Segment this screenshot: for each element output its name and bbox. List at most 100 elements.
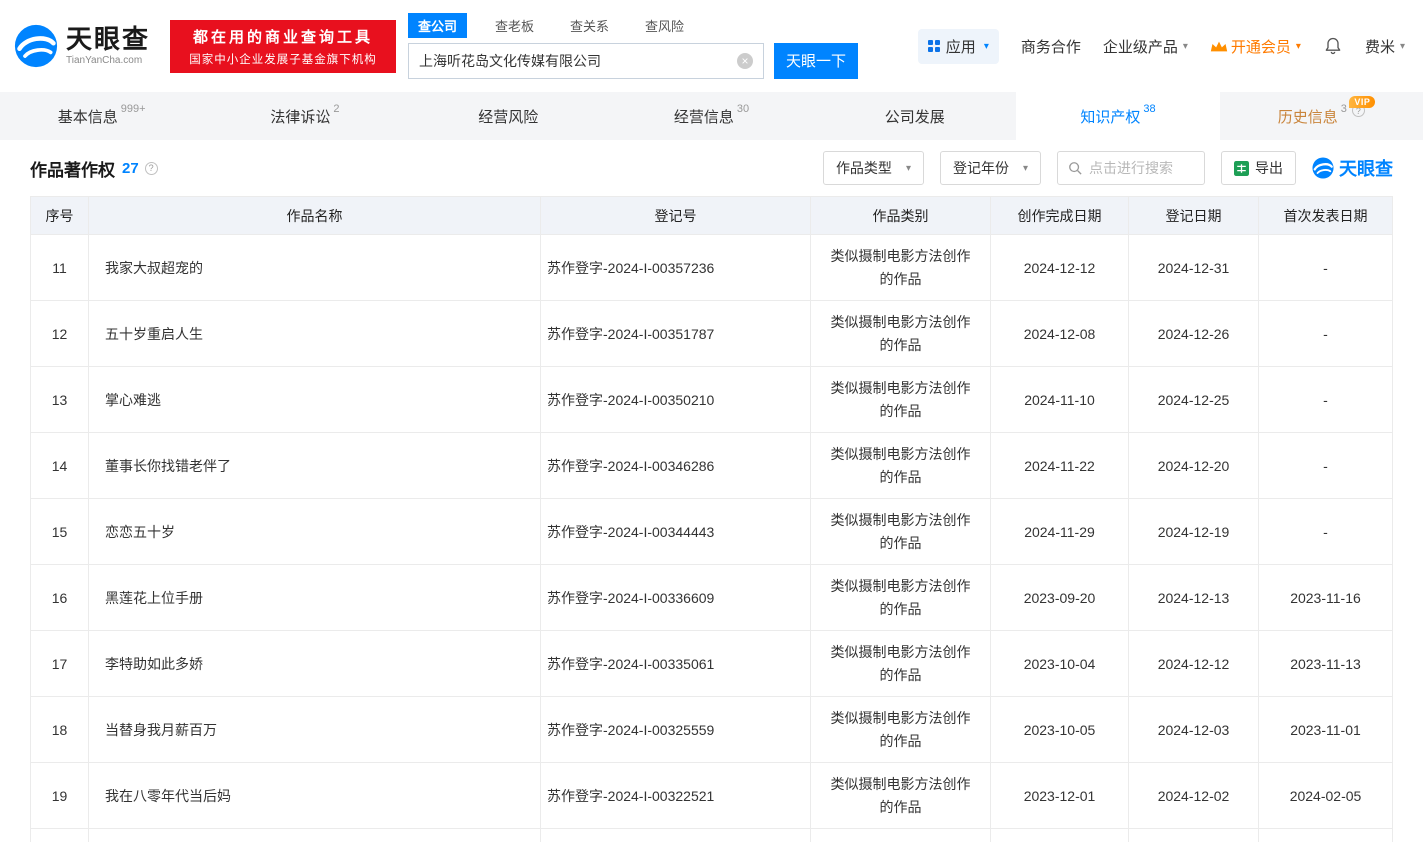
table-cell: - (1259, 301, 1393, 367)
table-cell: 恋恋五十岁 (89, 499, 541, 565)
nav-tab-badge: 999+ (121, 103, 146, 115)
table-cell: 16 (31, 565, 89, 631)
search-area: 查公司查老板查关系查风险 × 天眼一下 (408, 14, 858, 79)
table-cell: 类似摄制电影方法创作的作品 (811, 301, 991, 367)
search-tab[interactable]: 查公司 (408, 13, 467, 38)
table-cell: 2024-12-02 (1129, 763, 1259, 829)
top-right-menu: 应用 ▾ 商务合作 企业级产品 ▾ 开通会员 ▾ 费米 ▾ (918, 29, 1405, 64)
nav-tab[interactable]: 公司发展 (813, 92, 1016, 140)
open-vip-button[interactable]: 开通会员 ▾ (1210, 36, 1301, 57)
column-header: 登记号 (541, 197, 811, 235)
user-menu[interactable]: 费米 ▾ (1365, 36, 1405, 57)
table-cell: 我在八零年代当后妈 (89, 763, 541, 829)
nav-tab[interactable]: 经营信息30 (610, 92, 813, 140)
company-search-input[interactable] (419, 53, 737, 69)
table-cell: 黑莲花上位手册 (89, 565, 541, 631)
filter-registration-year[interactable]: 登记年份 ▾ (940, 151, 1041, 185)
column-header: 序号 (31, 197, 89, 235)
table-cell: 2024-12-12 (991, 235, 1129, 301)
crown-icon (1210, 40, 1228, 53)
nav-tab-label: 历史信息 (1278, 106, 1338, 127)
search-tab[interactable]: 查关系 (562, 13, 617, 38)
column-header: 创作完成日期 (991, 197, 1129, 235)
search-icon (1068, 161, 1082, 175)
clear-icon[interactable]: × (737, 53, 753, 69)
table-row: 14董事长你找错老伴了苏作登字-2024-I-00346286类似摄制电影方法创… (31, 433, 1393, 499)
nav-tab[interactable]: 知识产权38 (1016, 92, 1219, 140)
nav-tab-label: 基本信息 (58, 106, 118, 127)
export-button[interactable]: 导出 (1221, 151, 1296, 185)
promo-banner-line1: 都在用的商业查询工具 (178, 26, 388, 47)
apps-menu-label: 应用 (946, 36, 976, 57)
table-cell: 苏作登字-2024-I-00351787 (541, 301, 811, 367)
apps-menu-button[interactable]: 应用 ▾ (918, 29, 999, 64)
table-cell: 苏作登字-2024-I-00357236 (541, 235, 811, 301)
table-cell: 19 (31, 763, 89, 829)
search-button[interactable]: 天眼一下 (774, 43, 858, 79)
table-search-input[interactable]: 点击进行搜索 (1057, 151, 1205, 185)
table-cell: 我家大叔超宠的 (89, 235, 541, 301)
table-cell: - (1259, 499, 1393, 565)
table-cell: 苏作登字-2024-I-00322521 (541, 763, 811, 829)
chevron-down-icon: ▾ (1400, 41, 1405, 52)
chevron-down-icon: ▾ (1023, 163, 1028, 174)
table-cell: 2024-11-29 (991, 499, 1129, 565)
user-name: 费米 (1365, 36, 1395, 57)
search-tab[interactable]: 查风险 (637, 13, 692, 38)
table-cell: 14 (31, 433, 89, 499)
nav-tab-label: 经营风险 (478, 106, 538, 127)
chevron-down-icon: ▾ (906, 163, 911, 174)
table-row: 11我家大叔超宠的苏作登字-2024-I-00357236类似摄制电影方法创作的… (31, 235, 1393, 301)
tianyancha-watermark: 天眼查 (1312, 155, 1393, 181)
table-cell: 类似摄制电影方法创作的作品 (811, 697, 991, 763)
tianyancha-logo-icon (14, 24, 58, 68)
table-cell: 12 (31, 301, 89, 367)
copyright-table-wrap: 序号作品名称登记号作品类别创作完成日期登记日期首次发表日期 11我家大叔超宠的苏… (30, 196, 1393, 842)
table-cell: 苏作登字-2024-I-00346286 (541, 433, 811, 499)
nav-tab[interactable]: 基本信息999+ (0, 92, 203, 140)
table-cell: 类似摄制电影方法创作的作品 (811, 631, 991, 697)
table-row: 13掌心难逃苏作登字-2024-I-00350210类似摄制电影方法创作的作品2… (31, 367, 1393, 433)
table-cell: 董事长你找错老伴了 (89, 433, 541, 499)
table-cell: 2024-12-13 (1129, 565, 1259, 631)
help-icon[interactable]: ? (145, 162, 158, 175)
table-row-partial (31, 829, 1393, 842)
table-cell: 当替身我月薪百万 (89, 697, 541, 763)
search-tab[interactable]: 查老板 (487, 13, 542, 38)
nav-tab-label: 经营信息 (674, 106, 734, 127)
company-search-box: × (408, 43, 764, 79)
table-cell: 2024-11-10 (991, 367, 1129, 433)
table-cell: 17 (31, 631, 89, 697)
search-tabs: 查公司查老板查关系查风险 (408, 14, 858, 38)
tianyancha-logo[interactable]: 天眼查 TianYanCha.com (14, 24, 170, 68)
column-header: 登记日期 (1129, 197, 1259, 235)
table-cell: 2024-12-12 (1129, 631, 1259, 697)
table-row: 16黑莲花上位手册苏作登字-2024-I-00336609类似摄制电影方法创作的… (31, 565, 1393, 631)
tianyancha-logo-icon (1312, 157, 1334, 179)
nav-tab-label: 法律诉讼 (270, 106, 330, 127)
section-title: 作品著作权 (30, 156, 115, 181)
table-cell: 2024-02-05 (1259, 763, 1393, 829)
table-cell: 类似摄制电影方法创作的作品 (811, 565, 991, 631)
menu-business-cooperation[interactable]: 商务合作 (1021, 36, 1081, 57)
table-cell: 2024-12-19 (1129, 499, 1259, 565)
table-cell: 18 (31, 697, 89, 763)
table-cell: 五十岁重启人生 (89, 301, 541, 367)
table-row: 17李特助如此多娇苏作登字-2024-I-00335061类似摄制电影方法创作的… (31, 631, 1393, 697)
table-row: 19我在八零年代当后妈苏作登字-2024-I-00322521类似摄制电影方法创… (31, 763, 1393, 829)
filter-work-type[interactable]: 作品类型 ▾ (823, 151, 924, 185)
nav-tab[interactable]: 历史信息3?VIP (1220, 92, 1423, 140)
menu-enterprise-products[interactable]: 企业级产品 ▾ (1103, 36, 1188, 57)
apps-grid-icon (928, 40, 940, 52)
nav-tab[interactable]: 法律诉讼2 (203, 92, 406, 140)
table-cell: 类似摄制电影方法创作的作品 (811, 367, 991, 433)
table-controls: 作品类型 ▾ 登记年份 ▾ 点击进行搜索 导出 (823, 151, 1393, 185)
table-cell: 类似摄制电影方法创作的作品 (811, 763, 991, 829)
section-header: 作品著作权 27 ? 作品类型 ▾ 登记年份 ▾ 点击进行搜索 导出 (0, 140, 1423, 196)
table-cell: - (1259, 235, 1393, 301)
table-cell: 13 (31, 367, 89, 433)
table-cell: 2023-12-01 (991, 763, 1129, 829)
notification-bell-icon[interactable] (1323, 36, 1343, 56)
nav-tab[interactable]: 经营风险 (407, 92, 610, 140)
nav-tab-label: 知识产权 (1080, 106, 1140, 127)
